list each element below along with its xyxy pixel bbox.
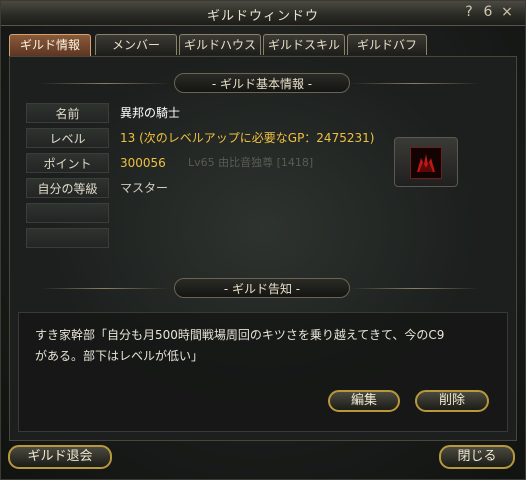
window-title: ギルドウィンドウ — [206, 9, 319, 24]
empty-label — [26, 203, 109, 223]
divider — [350, 288, 480, 289]
guild-emblem-frame[interactable] — [394, 137, 458, 187]
divider — [350, 83, 480, 84]
basic-info-header: - ギルド基本情報 - — [174, 73, 350, 93]
level-label: レベル — [26, 128, 109, 148]
help-icon[interactable]: ? — [461, 4, 477, 20]
divider — [40, 288, 170, 289]
background-character-text: Lv65 由比音独尊 [1418] — [188, 156, 314, 169]
tab-guild-buff[interactable]: ギルドバフ — [347, 34, 427, 55]
points-label: ポイント — [26, 153, 109, 173]
empty-label — [26, 228, 109, 248]
close-window-button[interactable]: 閉じる — [439, 445, 515, 469]
delete-notice-button[interactable]: 削除 — [415, 390, 489, 412]
tab-guild-skill[interactable]: ギルドスキル — [263, 34, 345, 55]
guild-name-value: 異邦の騎士 — [120, 106, 181, 120]
close-icon[interactable]: × — [499, 4, 515, 20]
my-rank-value: マスター — [120, 181, 169, 195]
guild-info-panel: - ギルド基本情報 - Lv65 由比音独尊 [1418] 名前 異邦の騎士 レ… — [9, 56, 517, 441]
tab-guild-house[interactable]: ギルドハウス — [179, 34, 261, 55]
guild-notice-box: すき家幹部「自分も月500時間戦場周回のキツさを乗り越えてきて、今のC9 がある… — [18, 312, 508, 432]
title-bar[interactable]: ギルドウィンドウ ? 6 × — [1, 1, 525, 26]
divider — [40, 83, 170, 84]
guild-notice-text: すき家幹部「自分も月500時間戦場周回のキツさを乗り越えてきて、今のC9 がある… — [35, 328, 445, 363]
guild-points-value: 300056 — [120, 156, 166, 170]
leave-guild-button[interactable]: ギルド退会 — [8, 445, 112, 469]
notice-header: - ギルド告知 - — [174, 278, 350, 298]
tab-members[interactable]: メンバー — [95, 34, 177, 55]
guild-window: ギルドウィンドウ ? 6 × ギルド情報 メンバー ギルドハウス ギルドスキル … — [0, 0, 526, 480]
name-label: 名前 — [26, 103, 109, 123]
guild-level-value: 13 (次のレベルアップに必要なGP：2475231) — [120, 131, 375, 145]
settings-icon[interactable]: 6 — [480, 4, 496, 20]
tab-guild-info[interactable]: ギルド情報 — [9, 34, 91, 57]
rank-label: 自分の等級 — [26, 178, 109, 198]
guild-emblem-icon — [410, 147, 442, 179]
edit-notice-button[interactable]: 編集 — [328, 390, 400, 412]
